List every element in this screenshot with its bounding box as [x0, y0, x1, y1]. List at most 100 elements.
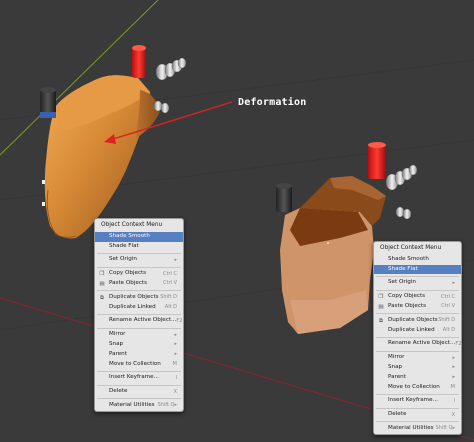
menu-item-set-origin[interactable]: Set Origin ▸ [95, 255, 183, 265]
menu-item-shortcut: F2 [455, 340, 462, 347]
menu-item-copy-objects[interactable]: ❐ Copy Objects Ctrl C [374, 292, 461, 302]
copy-icon: ❐ [378, 294, 384, 301]
menu-title: Object Context Menu [101, 222, 163, 228]
menu-item-label: Move to Collection [388, 383, 440, 390]
menu-item-duplicate-linked[interactable]: Duplicate Linked Alt D [374, 326, 461, 336]
menu-item-insert-keyframe[interactable]: Insert Keyframe... I [95, 373, 183, 383]
menu-separator [376, 421, 459, 423]
object-context-menu-left: Object Context Menu Shade Smooth Shade Fl… [94, 218, 184, 412]
menu-item-label: Paste Objects [388, 303, 427, 310]
menu-item-shortcut: I [453, 397, 455, 404]
menu-item-label: Duplicate Linked [388, 326, 435, 333]
menu-item-shortcut: I [175, 374, 177, 381]
menu-item-snap[interactable]: Snap ▸ [374, 363, 461, 373]
menu-separator [376, 289, 459, 291]
menu-separator [376, 350, 459, 352]
menu-separator [97, 384, 181, 386]
menu-item-material-utilities[interactable]: Material Utilities Shift Q▸ [374, 424, 461, 434]
menu-item-shortcut: Alt D [442, 326, 455, 333]
menu-item-rename-active-object[interactable]: Rename Active Object... F2 [95, 316, 183, 326]
menu-item-shortcut: Shift Q▸ [435, 425, 455, 432]
menu-item-label: Duplicate Objects [388, 316, 438, 323]
menu-item-move-to-collection[interactable]: Move to Collection M [374, 383, 461, 393]
menu-item-snap[interactable]: Snap ▸ [95, 340, 183, 350]
menu-item-label: Material Utilities [388, 425, 434, 432]
menu-item-label: Mirror [109, 331, 126, 338]
menu-item-shortcut: F2 [176, 317, 183, 324]
menu-item-label: Shade Flat [388, 265, 418, 272]
menu-separator [97, 252, 181, 254]
menu-item-label: Copy Objects [388, 293, 426, 300]
menu-item-shortcut: ▸ [452, 279, 455, 286]
menu-item-paste-objects[interactable]: ▤ Paste Objects Ctrl V [95, 279, 183, 289]
menu-item-label: Shade Flat [109, 242, 139, 249]
menu-item-label: Paste Objects [109, 280, 148, 287]
menu-item-material-utilities[interactable]: Material Utilities Shift Q▸ [95, 401, 183, 411]
menu-item-label: Delete [109, 388, 128, 395]
menu-item-label: Set Origin [388, 279, 416, 286]
menu-item-shortcut: ▸ [452, 364, 455, 371]
menu-item-duplicate-objects[interactable]: ⧉ Duplicate Objects Shift D [95, 293, 183, 303]
menu-item-move-to-collection[interactable]: Move to Collection M [95, 360, 183, 370]
menu-item-shortcut: ▸ [452, 374, 455, 381]
menu-item-copy-objects[interactable]: ❐ Copy Objects Ctrl C [95, 269, 183, 279]
menu-separator [376, 393, 459, 395]
menu-item-label: Move to Collection [109, 360, 161, 367]
menu-item-shade-flat[interactable]: Shade Flat [95, 242, 183, 252]
menu-item-shortcut: Ctrl C [163, 270, 177, 277]
menu-item-shortcut: X [451, 411, 455, 418]
duplicate-icon: ⧉ [379, 317, 383, 324]
menu-item-label: Insert Keyframe... [388, 397, 438, 404]
copy-icon: ❐ [99, 271, 105, 278]
menu-item-shortcut: Alt D [164, 303, 177, 310]
menu-item-label: Duplicate Objects [109, 293, 159, 300]
menu-item-shortcut: M [172, 360, 177, 367]
menu-item-duplicate-objects[interactable]: ⧉ Duplicate Objects Shift D [374, 316, 461, 326]
menu-item-label: Rename Active Object... [109, 317, 177, 324]
menu-item-label: Insert Keyframe... [109, 374, 159, 381]
menu-item-label: Delete [388, 411, 407, 418]
paste-icon: ▤ [378, 303, 384, 310]
menu-item-shortcut: ▸ [174, 331, 177, 338]
menu-item-parent[interactable]: Parent ▸ [374, 373, 461, 383]
menu-item-shortcut: ▸ [452, 354, 455, 361]
menu-item-label: Set Origin [109, 256, 137, 263]
deformation-label: Deformation [238, 97, 307, 108]
menu-item-shortcut: ▸ [174, 341, 177, 348]
menu-item-shortcut: ▸ [174, 351, 177, 358]
menu-item-delete[interactable]: Delete X [95, 387, 183, 397]
menu-item-parent[interactable]: Parent ▸ [95, 350, 183, 360]
paste-icon: ▤ [99, 280, 105, 287]
menu-item-label: Snap [388, 364, 403, 371]
menu-item-mirror[interactable]: Mirror ▸ [95, 330, 183, 340]
menu-item-label: Snap [109, 341, 124, 348]
menu-item-label: Copy Objects [109, 270, 147, 277]
menu-item-label: Shade Smooth [109, 232, 150, 239]
menu-item-rename-active-object[interactable]: Rename Active Object... F2 [374, 339, 461, 349]
menu-item-label: Parent [388, 373, 406, 380]
menu-item-shortcut: Ctrl C [441, 293, 455, 300]
menu-item-duplicate-linked[interactable]: Duplicate Linked Alt D [95, 303, 183, 313]
menu-item-label: Parent [109, 350, 127, 357]
menu-separator [376, 336, 459, 338]
duplicate-icon: ⧉ [100, 294, 104, 301]
menu-item-shortcut: Shift D [438, 317, 455, 324]
menu-item-shade-smooth[interactable]: Shade Smooth [374, 255, 461, 265]
menu-separator [97, 370, 181, 372]
menu-item-insert-keyframe[interactable]: Insert Keyframe... I [374, 396, 461, 406]
menu-title: Object Context Menu [380, 245, 442, 251]
menu-separator [97, 290, 181, 292]
menu-item-label: Material Utilities [109, 402, 155, 409]
menu-item-label: Duplicate Linked [109, 303, 156, 310]
menu-item-mirror[interactable]: Mirror ▸ [374, 353, 461, 363]
menu-item-delete[interactable]: Delete X [374, 410, 461, 420]
menu-item-shade-flat[interactable]: Shade Flat [374, 264, 461, 275]
menu-item-label: Mirror [388, 354, 405, 361]
menu-separator [376, 407, 459, 409]
menu-item-shade-smooth[interactable]: Shade Smooth [95, 231, 183, 242]
menu-item-shortcut: ▸ [174, 256, 177, 263]
menu-item-set-origin[interactable]: Set Origin ▸ [374, 278, 461, 288]
menu-item-paste-objects[interactable]: ▤ Paste Objects Ctrl V [374, 302, 461, 312]
menu-separator [97, 398, 181, 400]
menu-item-shortcut: Ctrl V [441, 303, 455, 310]
